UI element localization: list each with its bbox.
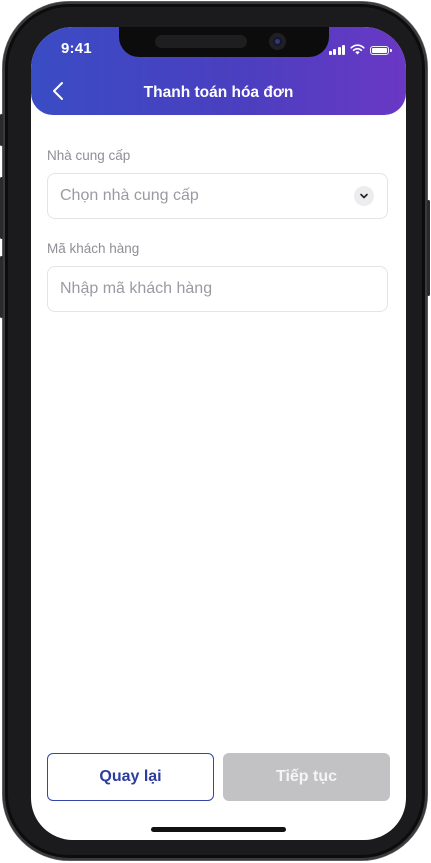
screen: 9:41 Thanh toán hóa đơn Nhà cung cấp Chọ… [31,27,406,840]
continue-label: Tiếp tục [275,768,338,785]
app-header: 9:41 Thanh toán hóa đơn [31,27,406,115]
page-title: Thanh toán hóa đơn [143,84,294,101]
speaker-grille [155,35,247,48]
phone-frame: 9:41 Thanh toán hóa đơn Nhà cung cấp Chọ… [0,2,430,860]
provider-placeholder: Chọn nhà cung cấp [60,187,199,204]
provider-select[interactable]: Chọn nhà cung cấp [47,173,388,219]
status-time: 9:41 [61,40,92,57]
silent-switch [0,114,3,146]
volume-down-button [0,256,3,318]
power-button [427,200,430,296]
volume-up-button [0,177,3,239]
notch [119,27,329,57]
back-action-button[interactable]: Quay lại [47,753,214,801]
customer-code-label: Mã khách hàng [47,241,140,256]
wifi-icon [350,44,365,55]
back-action-label: Quay lại [99,768,162,785]
continue-button[interactable]: Tiếp tục [223,753,390,801]
cellular-signal-icon [328,45,345,55]
status-icons [328,43,392,55]
battery-icon [370,46,392,55]
chevron-down-icon [354,186,374,206]
front-camera-icon [269,33,286,50]
customer-code-input[interactable] [47,266,388,312]
provider-label: Nhà cung cấp [47,148,131,163]
home-indicator [151,827,286,832]
